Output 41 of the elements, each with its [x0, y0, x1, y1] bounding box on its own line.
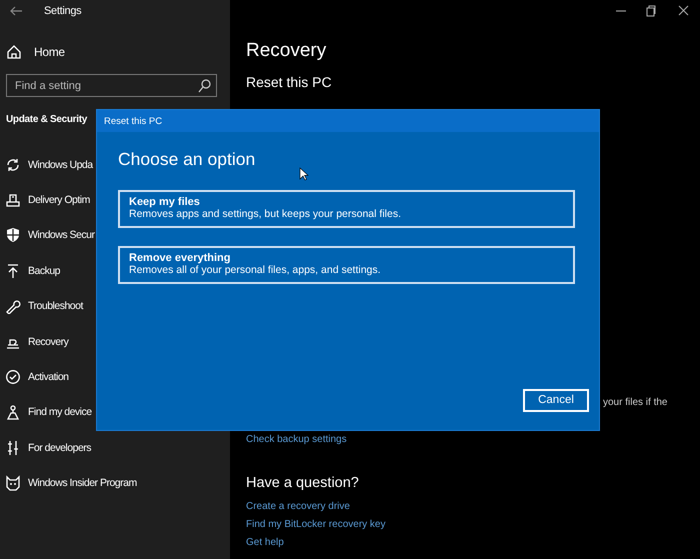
tray-icon — [5, 192, 21, 208]
sidebar-item[interactable]: Windows Upda — [0, 147, 93, 182]
wrench-icon — [5, 298, 21, 314]
option-button[interactable]: Remove everything Removes all of your personal files, apps, and settings. — [118, 246, 575, 284]
sidebar-item[interactable]: Windows Secur — [0, 218, 94, 254]
cancel-button[interactable]: Cancel — [523, 389, 589, 412]
sidebar-item[interactable]: Find my device — [0, 394, 92, 430]
minimize-icon — [616, 10, 626, 12]
section-heading: Have a question? — [246, 475, 360, 491]
help-link[interactable]: Create a recovery drive — [246, 501, 350, 512]
home-icon — [6, 44, 22, 60]
description-text: your files if the — [603, 397, 668, 408]
search-field[interactable]: Find a setting — [6, 74, 217, 97]
shield-icon — [5, 227, 21, 244]
section-heading: Reset this PC — [246, 74, 333, 90]
restore-icon — [644, 3, 658, 19]
tools-icon — [5, 440, 21, 456]
home-item[interactable]: Home — [6, 42, 230, 62]
page-title: Recovery — [246, 40, 328, 63]
backup-link[interactable]: Check backup settings — [246, 434, 347, 445]
sidebar-item[interactable]: Windows Insider Program — [0, 466, 137, 501]
help-link[interactable]: Get help — [246, 537, 284, 548]
search-icon — [197, 78, 211, 94]
check-circle-icon — [5, 369, 21, 386]
dialog-heading: Choose an option — [118, 149, 256, 170]
sidebar-item[interactable]: Recovery — [0, 324, 68, 360]
cursor-icon — [299, 167, 309, 181]
window-title: Settings — [44, 5, 82, 17]
upload-icon — [5, 262, 21, 279]
sync-icon — [5, 156, 21, 173]
sidebar-item[interactable]: For developers — [0, 430, 92, 466]
dialog-title: Reset this PC — [97, 110, 599, 132]
sidebar-item[interactable]: Activation — [0, 359, 69, 395]
option-button[interactable]: Keep my files Removes apps and settings, but keeps your personal files. — [118, 190, 575, 228]
person-icon — [5, 404, 21, 420]
sidebar-item[interactable]: Delivery Optim — [0, 182, 90, 218]
sidebar-item[interactable]: Troubleshoot — [0, 288, 83, 324]
section-heading: Update & Security — [6, 114, 88, 127]
cat-icon — [5, 475, 21, 492]
help-link[interactable]: Find my BitLocker recovery key — [246, 519, 386, 530]
sidebar-item[interactable]: Backup — [0, 253, 60, 289]
